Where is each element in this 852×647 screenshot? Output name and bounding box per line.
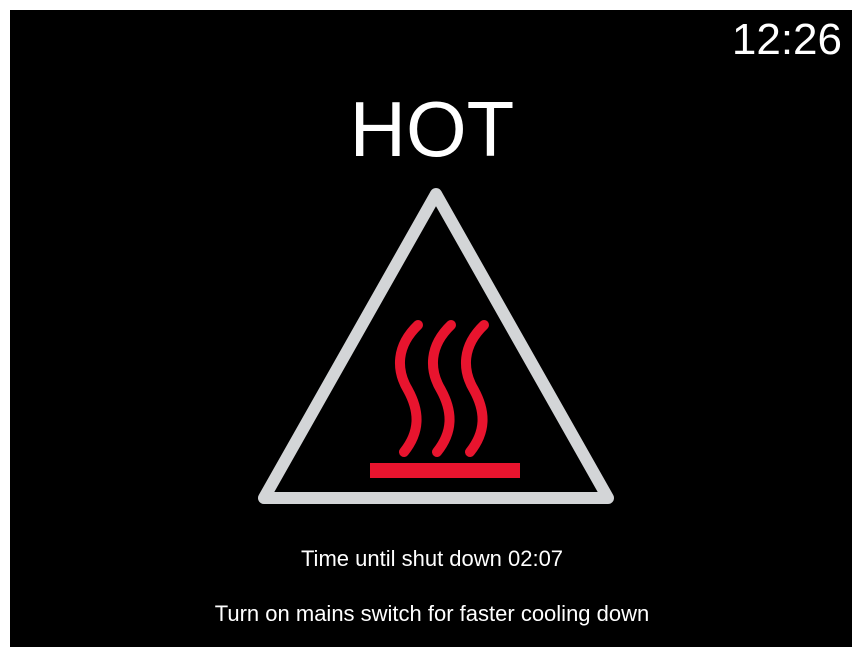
shutdown-timer-text: Time until shut down 02:07 <box>300 546 564 571</box>
clock: 12:26 <box>731 15 842 64</box>
hot-surface-bar <box>370 463 520 478</box>
heat-wave-middle <box>427 320 456 457</box>
heat-wave-right <box>460 320 489 457</box>
cooling-hint-text: Turn on mains switch for faster cooling … <box>214 601 650 626</box>
heat-wave-left <box>394 320 423 457</box>
hot-surface-warning-icon <box>258 188 614 504</box>
warning-title: HOT <box>349 85 515 173</box>
hot-warning-screen: 12:26 HOT Time until shut down 02:07 Tur… <box>10 10 852 647</box>
